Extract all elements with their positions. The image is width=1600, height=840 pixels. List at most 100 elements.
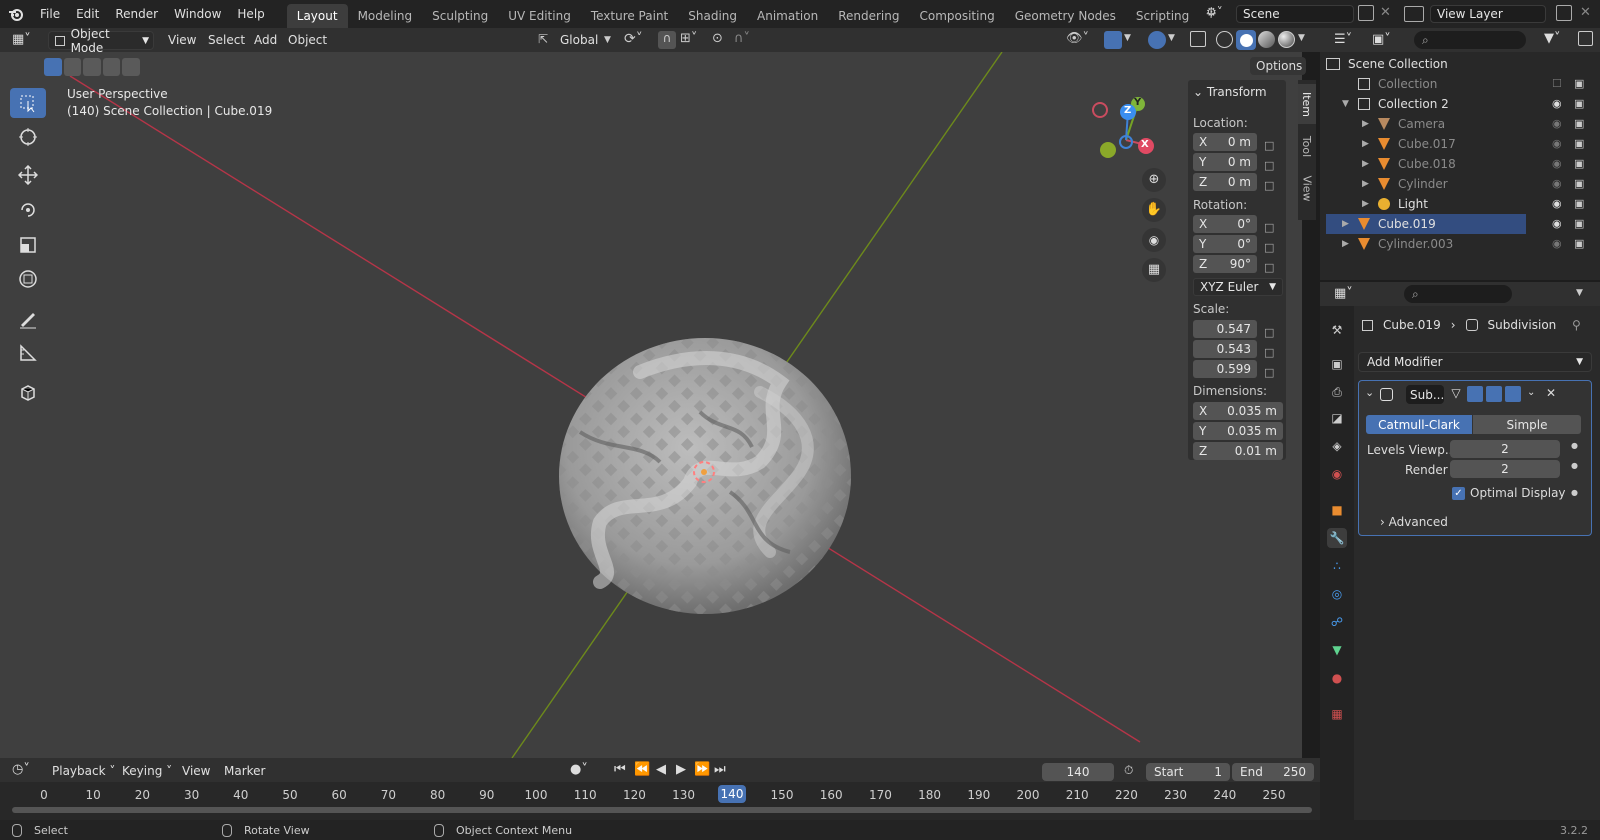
tab-sculpting[interactable]: Sculpting — [422, 4, 498, 28]
next-keyframe-icon[interactable]: ⏩ — [694, 762, 710, 777]
output-tab-icon[interactable]: ⎙ — [1327, 382, 1347, 402]
outliner-editor-icon[interactable]: ☰˅ — [1334, 32, 1352, 47]
outliner-row[interactable]: ▶ Light — [1326, 194, 1526, 214]
camera-view-icon[interactable]: ◉ — [1142, 228, 1166, 252]
scene-type-icon[interactable]: ⚙˅ — [1206, 5, 1234, 23]
outliner-row[interactable]: ▶ Cube.018 — [1326, 154, 1526, 174]
gizmo-toggle-icon[interactable] — [1104, 31, 1122, 49]
viewport-menu-view[interactable]: View — [168, 33, 196, 47]
select-new-icon[interactable] — [44, 58, 62, 76]
lock-icon[interactable]: □ — [1264, 238, 1280, 258]
cage-toggle-icon[interactable] — [1467, 386, 1483, 402]
close-icon[interactable]: ✕ — [1546, 386, 1556, 400]
dimension-x-field[interactable]: X 0.035 m — [1193, 402, 1283, 420]
properties-search-input[interactable]: ⌕ — [1404, 285, 1512, 303]
visibility-eye-icon[interactable]: ◉ — [1552, 177, 1562, 190]
playhead[interactable]: 140 — [718, 785, 746, 803]
modifier-tab-icon[interactable]: 🔧 — [1327, 528, 1347, 548]
lock-icon[interactable]: □ — [1264, 363, 1280, 383]
pivot-point-icon[interactable]: ⟳˅ — [624, 31, 643, 47]
lock-icon[interactable]: □ — [1264, 258, 1280, 278]
render-camera-icon[interactable]: ▣ — [1574, 77, 1584, 90]
jump-start-icon[interactable]: ⏮ — [614, 762, 626, 777]
render-camera-icon[interactable]: ▣ — [1574, 217, 1584, 230]
tab-uv-editing[interactable]: UV Editing — [498, 4, 581, 28]
data-tab-icon[interactable]: ▼ — [1327, 640, 1347, 660]
tab-geometry-nodes[interactable]: Geometry Nodes — [1005, 4, 1126, 28]
ortho-grid-icon[interactable]: ▦ — [1142, 258, 1166, 282]
start-frame-field[interactable]: Start 1 — [1146, 763, 1230, 781]
timeline-view-menu[interactable]: View — [182, 764, 210, 778]
world-tab-icon[interactable]: ◉ — [1327, 464, 1347, 484]
rotate-tool[interactable] — [10, 195, 46, 225]
pan-hand-icon[interactable]: ✋ — [1142, 198, 1166, 222]
shading-solid-icon[interactable] — [1236, 30, 1256, 50]
editor-type-icon[interactable]: ▦˅ — [12, 32, 31, 47]
shading-dropdown-icon[interactable]: ▼ — [1298, 33, 1305, 43]
jump-end-icon[interactable]: ⏭ — [714, 762, 726, 777]
3d-viewport[interactable]: User Perspective (140) Scene Collection … — [0, 52, 1302, 758]
move-tool[interactable] — [10, 160, 46, 190]
chevron-right-icon[interactable]: ▶ — [1342, 219, 1354, 229]
play-reverse-icon[interactable]: ◀ — [656, 762, 666, 777]
menu-file[interactable]: File — [32, 0, 68, 28]
keying-menu[interactable]: Keying ˅ — [122, 764, 172, 778]
xray-icon[interactable] — [1190, 31, 1206, 47]
keyframe-dot-icon[interactable]: ● — [1571, 461, 1578, 470]
menu-window[interactable]: Window — [166, 0, 229, 28]
blender-logo-icon[interactable] — [0, 0, 32, 28]
select-intersect-icon[interactable] — [122, 58, 140, 76]
remove-view-layer-icon[interactable]: ✕ — [1580, 5, 1591, 20]
prev-keyframe-icon[interactable]: ⏪ — [634, 762, 650, 777]
tab-modeling[interactable]: Modeling — [348, 4, 423, 28]
lock-icon[interactable]: □ — [1264, 323, 1280, 343]
viewport-menu-object[interactable]: Object — [288, 33, 327, 47]
transform-orientation-icon[interactable]: ⇱ — [538, 32, 548, 46]
outliner-row[interactable]: ▶ Cube.019 — [1326, 214, 1526, 234]
visibility-eye-icon[interactable]: ◉ — [1552, 117, 1562, 130]
outliner-row[interactable]: ▶ Camera — [1326, 114, 1526, 134]
render-camera-icon[interactable]: ▣ — [1574, 137, 1584, 150]
measure-tool[interactable] — [10, 338, 46, 368]
transform-tool[interactable] — [10, 264, 46, 294]
render-camera-icon[interactable]: ▣ — [1574, 97, 1584, 110]
render-camera-icon[interactable]: ▣ — [1574, 197, 1584, 210]
catmull-clark-button[interactable]: Catmull-Clark — [1366, 415, 1472, 434]
scale-y-field[interactable]: 0.543 — [1193, 340, 1257, 358]
stopwatch-icon[interactable]: ⏱ — [1124, 763, 1133, 778]
lock-icon[interactable]: □ — [1264, 136, 1280, 156]
viewport-menu-add[interactable]: Add — [254, 33, 277, 47]
render-camera-icon[interactable]: ▣ — [1574, 177, 1584, 190]
shading-material-icon[interactable] — [1258, 31, 1275, 48]
dimension-y-field[interactable]: Y 0.035 m — [1193, 422, 1283, 440]
chevron-right-icon[interactable]: ▶ — [1362, 199, 1374, 209]
view-layer-icon[interactable] — [1404, 6, 1424, 22]
proportional-edit-icon[interactable]: ⊙ — [712, 31, 723, 46]
remove-scene-icon[interactable]: ✕ — [1380, 5, 1391, 20]
visibility-eye-icon[interactable]: ◉ — [1552, 197, 1562, 210]
snap-icon[interactable]: ∩ — [658, 31, 676, 49]
location-z-field[interactable]: Z 0 m — [1193, 173, 1257, 191]
visibility-eye-icon[interactable]: ◉ — [1552, 217, 1562, 230]
falloff-icon[interactable]: ∩˅ — [734, 31, 750, 46]
timeline-editor-icon[interactable]: ◷˅ — [12, 762, 30, 777]
rotation-y-field[interactable]: Y 0° — [1193, 235, 1257, 253]
tab-view[interactable]: View — [1298, 168, 1316, 208]
select-extend-icon[interactable] — [63, 58, 82, 76]
transform-section-header[interactable]: ⌄ Transform — [1193, 85, 1267, 99]
location-x-field[interactable]: X 0 m — [1193, 133, 1257, 151]
levels-viewport-field[interactable]: 2 — [1450, 440, 1560, 458]
chevron-right-icon[interactable]: ▶ — [1362, 139, 1374, 149]
rotation-z-field[interactable]: Z 90° — [1193, 255, 1257, 273]
view-layer-tab-icon[interactable]: ◪ — [1327, 408, 1347, 428]
render-camera-icon[interactable]: ▣ — [1574, 157, 1584, 170]
pin-icon[interactable]: ⚲ — [1572, 318, 1581, 332]
add-cube-tool[interactable] — [10, 377, 46, 407]
chevron-right-icon[interactable]: ▶ — [1362, 119, 1374, 129]
outliner-row[interactable]: Collection — [1326, 74, 1526, 94]
lock-icon[interactable]: □ — [1264, 156, 1280, 176]
select-subtract-icon[interactable] — [83, 58, 101, 76]
visibility-eye-icon[interactable]: ◉ — [1552, 97, 1562, 110]
rotation-x-field[interactable]: X 0° — [1193, 215, 1257, 233]
snap-target-icon[interactable]: ⊞˅ — [680, 31, 697, 46]
